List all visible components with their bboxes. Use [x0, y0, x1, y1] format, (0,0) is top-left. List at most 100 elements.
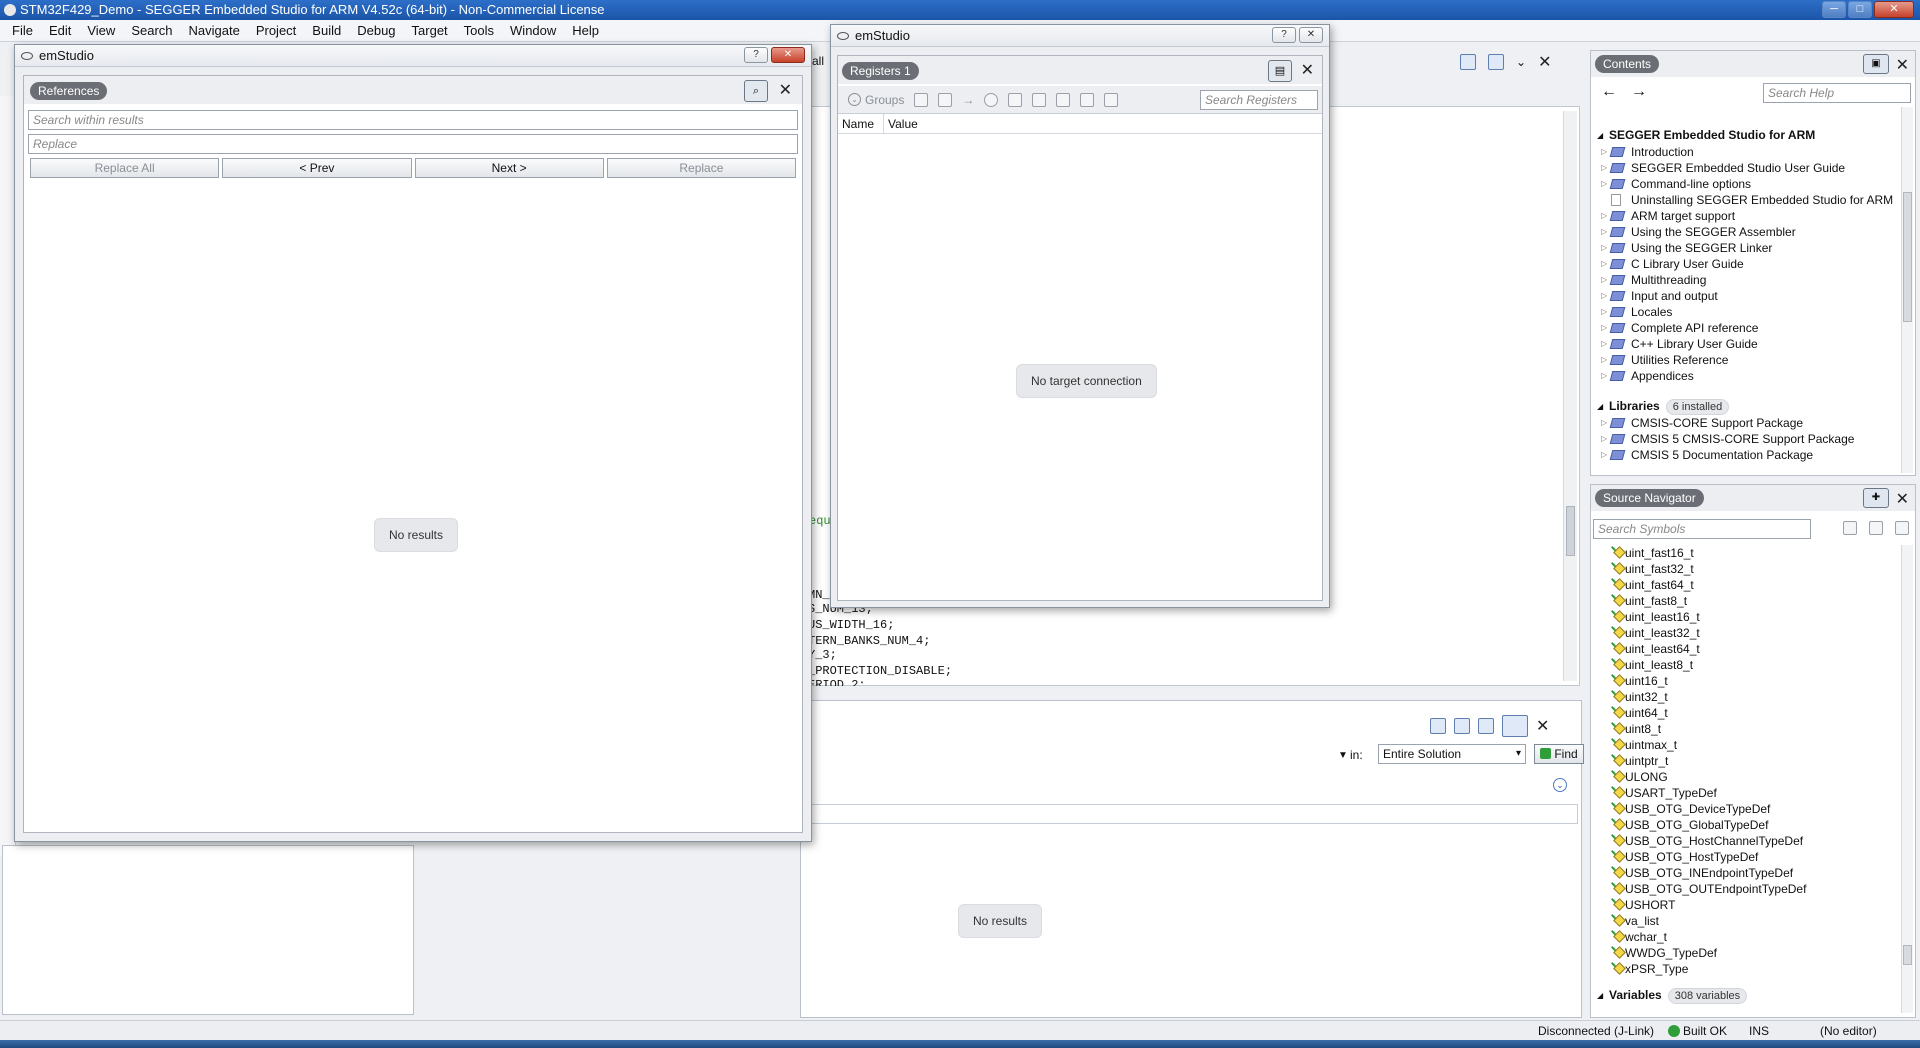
chevron-down-icon[interactable]: ⌄: [1516, 55, 1526, 69]
symbol-item[interactable]: uint_fast16_t: [1597, 545, 1899, 561]
help-item[interactable]: ▷ Command-line options: [1597, 176, 1899, 192]
symbol-item[interactable]: uint_least16_t: [1597, 609, 1899, 625]
sort-icon[interactable]: [1869, 521, 1883, 535]
menu-project[interactable]: Project: [252, 23, 308, 38]
minimize-button[interactable]: ─: [1822, 1, 1846, 18]
group-by-icon[interactable]: [1843, 521, 1857, 535]
export-icon[interactable]: [1056, 92, 1071, 107]
close-panel-icon[interactable]: ✕: [779, 80, 792, 100]
help-item[interactable]: ▷ C Library User Guide: [1597, 256, 1899, 272]
help-item[interactable]: ▷ Complete API reference: [1597, 320, 1899, 336]
menu-view[interactable]: View: [83, 23, 127, 38]
menu-file[interactable]: File: [8, 23, 45, 38]
help-scrollbar[interactable]: [1901, 107, 1913, 473]
symbol-item[interactable]: uint_fast64_t: [1597, 577, 1899, 593]
symbol-item[interactable]: uint_least8_t: [1597, 657, 1899, 673]
help-item[interactable]: ▷ Using the SEGGER Assembler: [1597, 224, 1899, 240]
help-item[interactable]: Uninstalling SEGGER Embedded Studio for …: [1597, 192, 1899, 208]
menu-edit[interactable]: Edit: [45, 23, 83, 38]
replace-input[interactable]: Replace: [28, 134, 798, 154]
editor-layout-icon[interactable]: [1488, 54, 1504, 70]
library-item[interactable]: ▷ CMSIS 5 Documentation Package: [1597, 447, 1899, 463]
find-scope-select[interactable]: Entire Solution: [1378, 744, 1526, 764]
find-option-icon[interactable]: [1430, 718, 1446, 734]
forward-arrow-icon[interactable]: →: [1631, 83, 1647, 101]
help-item[interactable]: ▷ Locales: [1597, 304, 1899, 320]
variables-section[interactable]: Variables308 variables: [1597, 987, 1899, 1004]
symbol-item[interactable]: uintmax_t: [1597, 737, 1899, 753]
symbol-item[interactable]: wchar_t: [1597, 929, 1899, 945]
close-panel-icon[interactable]: ✕: [1896, 55, 1909, 75]
close-button[interactable]: ✕: [771, 47, 805, 63]
navigator-options-icon[interactable]: ✚: [1863, 488, 1889, 508]
symbol-item[interactable]: va_list: [1597, 913, 1899, 929]
symbol-item[interactable]: USB_OTG_INEndpointTypeDef: [1597, 865, 1899, 881]
binoculars-icon[interactable]: ⌕: [744, 80, 768, 102]
registers-window-titlebar[interactable]: emStudio ? ✕: [831, 25, 1329, 47]
symbol-item[interactable]: WWDG_TypeDef: [1597, 945, 1899, 961]
symbol-item[interactable]: USB_OTG_DeviceTypeDef: [1597, 801, 1899, 817]
symbol-item[interactable]: uint_least64_t: [1597, 641, 1899, 657]
symbol-item[interactable]: USB_OTG_HostTypeDef: [1597, 849, 1899, 865]
help-item[interactable]: ▷ Appendices: [1597, 368, 1899, 384]
editor-close-icon[interactable]: ✕: [1538, 52, 1551, 72]
copy-icon[interactable]: [1080, 92, 1095, 107]
build-status[interactable]: Built OK: [1668, 1021, 1727, 1041]
editor-nav-icon[interactable]: [1460, 54, 1476, 70]
find-results-filter[interactable]: [804, 804, 1578, 824]
symbol-item[interactable]: uint16_t: [1597, 673, 1899, 689]
groups-dropdown[interactable]: ⌄ Groups: [848, 93, 904, 107]
symbol-item[interactable]: uint64_t: [1597, 705, 1899, 721]
next-button[interactable]: Next >: [414, 158, 604, 178]
symbol-item[interactable]: USHORT: [1597, 897, 1899, 913]
symbol-item[interactable]: ULONG: [1597, 769, 1899, 785]
symbol-item[interactable]: USB_OTG_HostChannelTypeDef: [1597, 833, 1899, 849]
find-text-dropdown-icon[interactable]: ▼: [1338, 750, 1348, 761]
format-icon[interactable]: [1032, 92, 1047, 107]
expand-options-icon[interactable]: ⌄: [1553, 778, 1567, 792]
menu-build[interactable]: Build: [308, 23, 353, 38]
help-item[interactable]: ▷ Introduction: [1597, 144, 1899, 160]
symbol-item[interactable]: USB_OTG_OUTEndpointTypeDef: [1597, 881, 1899, 897]
help-section-main[interactable]: SEGGER Embedded Studio for ARM: [1597, 127, 1899, 144]
close-panel-icon[interactable]: ✕: [1896, 489, 1909, 509]
help-item[interactable]: ▷ C++ Library User Guide: [1597, 336, 1899, 352]
help-item[interactable]: ▷ SEGGER Embedded Studio User Guide: [1597, 160, 1899, 176]
arrow-right-icon[interactable]: →: [962, 93, 974, 107]
binoculars-icon[interactable]: [1502, 715, 1528, 737]
symbol-item[interactable]: uint_fast32_t: [1597, 561, 1899, 577]
help-book-icon[interactable]: ▣: [1863, 54, 1889, 74]
close-window-button[interactable]: ✕: [1874, 1, 1914, 18]
menu-debug[interactable]: Debug: [353, 23, 407, 38]
help-item[interactable]: ▷ Multithreading: [1597, 272, 1899, 288]
symbol-item[interactable]: xPSR_Type: [1597, 961, 1899, 977]
menu-search[interactable]: Search: [127, 23, 184, 38]
close-button[interactable]: ✕: [1299, 27, 1323, 43]
help-item[interactable]: ▷ Utilities Reference: [1597, 352, 1899, 368]
references-window-titlebar[interactable]: emStudio ? ✕: [15, 45, 811, 67]
help-button[interactable]: ?: [744, 47, 768, 63]
search-symbols-input[interactable]: Search Symbols: [1593, 519, 1811, 539]
menu-tools[interactable]: Tools: [460, 23, 506, 38]
eraser-alt-icon[interactable]: [938, 92, 953, 107]
connection-status[interactable]: Disconnected (J-Link): [1538, 1021, 1654, 1041]
find-close-icon[interactable]: ✕: [1536, 716, 1549, 736]
help-item[interactable]: ▷ Input and output: [1597, 288, 1899, 304]
search-within-results-input[interactable]: Search within results: [28, 110, 798, 130]
replace-button[interactable]: Replace: [606, 158, 796, 178]
symbol-item[interactable]: USART_TypeDef: [1597, 785, 1899, 801]
menu-target[interactable]: Target: [408, 23, 460, 38]
library-item[interactable]: ▷ CMSIS-CORE Support Package: [1597, 415, 1899, 431]
column-value[interactable]: Value: [884, 114, 918, 133]
help-scroll-thumb[interactable]: [1903, 192, 1912, 322]
document-icon[interactable]: [1104, 92, 1119, 107]
help-button[interactable]: ?: [1272, 27, 1296, 43]
search-registers-input[interactable]: Search Registers: [1200, 90, 1318, 110]
symbol-item[interactable]: uint_least32_t: [1597, 625, 1899, 641]
symbol-item[interactable]: uint32_t: [1597, 689, 1899, 705]
columns-icon[interactable]: [1008, 92, 1023, 107]
help-item[interactable]: ▷ Using the SEGGER Linker: [1597, 240, 1899, 256]
symbol-item[interactable]: uintptr_t: [1597, 753, 1899, 769]
symbol-item[interactable]: USB_OTG_GlobalTypeDef: [1597, 817, 1899, 833]
find-clock-icon[interactable]: [1454, 718, 1470, 734]
